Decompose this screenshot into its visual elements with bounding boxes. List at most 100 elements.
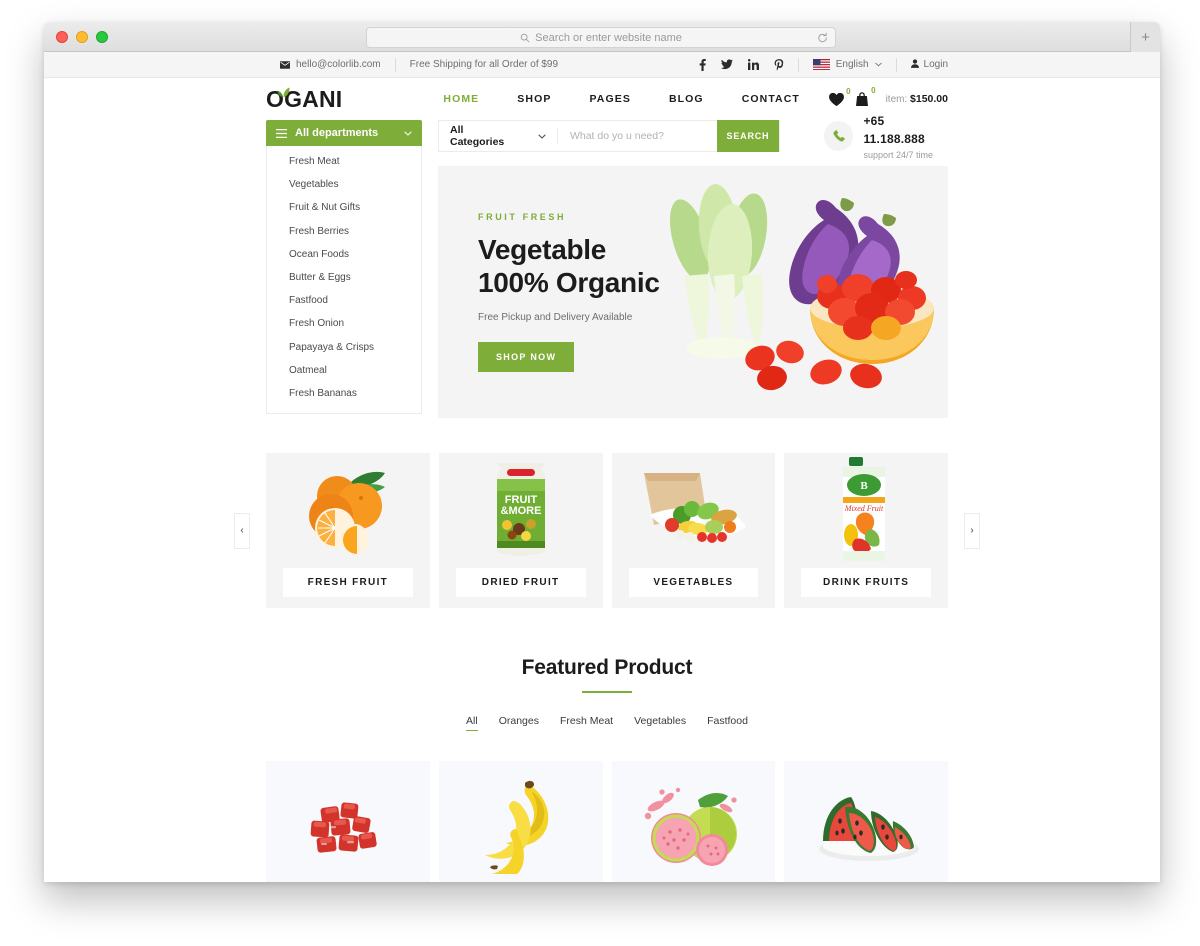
- cart-summary-label: item:: [885, 94, 908, 105]
- product-card-beef[interactable]: [266, 761, 430, 882]
- oranges-image: [266, 453, 430, 565]
- wishlist-count: 0: [846, 86, 851, 96]
- svg-text:Mixed Fruit: Mixed Fruit: [844, 504, 884, 513]
- hero-banner: FRUIT FRESH Vegetable 100% Organic Free …: [438, 166, 948, 418]
- product-card-guava[interactable]: [611, 761, 776, 882]
- nav-item-blog[interactable]: BLOG: [650, 93, 723, 105]
- search-row: All Categories SEARCH: [438, 114, 948, 160]
- contact-email-text: hello@colorlib.com: [296, 59, 381, 70]
- department-item-fresh-bananas[interactable]: Fresh Bananas: [267, 382, 421, 405]
- page-viewport: hello@colorlib.com Free Shipping for all…: [44, 52, 1160, 882]
- site-logo[interactable]: OGANI: [266, 86, 342, 111]
- twitter-icon[interactable]: [720, 59, 733, 70]
- category-carousel: ‹ FRESH FRUIT FRUIT &MORE DRIED FRUIT VE…: [234, 453, 980, 608]
- category-cards: FRESH FRUIT FRUIT &MORE DRIED FRUIT VEGE…: [266, 453, 948, 608]
- hero-right-column: All Categories SEARCH: [438, 114, 948, 418]
- watermelon-slices-image: [809, 789, 924, 864]
- hero-title-line1: Vegetable: [478, 233, 607, 265]
- product-card-watermelon[interactable]: [784, 761, 948, 882]
- category-card-drink-fruits[interactable]: B Mixed Fruit DRINK FRUITS: [784, 453, 948, 608]
- featured-section: Featured Product All Oranges Fresh Meat …: [266, 656, 948, 882]
- category-label: FRESH FRUIT: [283, 568, 413, 597]
- envelope-icon: [280, 60, 290, 69]
- address-bar-placeholder: Search or enter website name: [535, 31, 682, 44]
- category-select[interactable]: All Categories: [439, 124, 558, 148]
- cart-button[interactable]: 0: [855, 86, 876, 106]
- login-link[interactable]: Login: [897, 58, 948, 71]
- site-header: OGANI HOME SHOP PAGES BLOG CONTACT 0 0 i…: [44, 78, 1160, 120]
- support-phone-hours: support 24/7 time: [863, 150, 934, 160]
- department-item-fastfood[interactable]: Fastfood: [267, 289, 421, 312]
- nav-item-pages[interactable]: PAGES: [570, 93, 649, 105]
- departments-sidebar: All departments Fresh Meat Vegetables Fr…: [266, 120, 422, 418]
- filter-fresh-meat[interactable]: Fresh Meat: [560, 715, 613, 731]
- product-card-bananas[interactable]: [438, 761, 603, 882]
- reload-icon[interactable]: [817, 32, 828, 43]
- department-item-fresh-berries[interactable]: Fresh Berries: [267, 220, 421, 243]
- nav-item-shop[interactable]: SHOP: [498, 93, 570, 105]
- pinterest-icon[interactable]: [774, 58, 784, 71]
- product-grid: [266, 761, 948, 882]
- department-item-fresh-onion[interactable]: Fresh Onion: [267, 312, 421, 335]
- support-phone: +65 11.188.888 support 24/7 time: [823, 112, 948, 160]
- hero-title-line2: 100% Organic: [478, 266, 660, 298]
- site-topbar: hello@colorlib.com Free Shipping for all…: [44, 52, 1160, 78]
- featured-filters: All Oranges Fresh Meat Vegetables Fastfo…: [266, 715, 948, 731]
- filter-oranges[interactable]: Oranges: [499, 715, 539, 731]
- department-item-papayaya-crisps[interactable]: Papayaya & Crisps: [267, 336, 421, 359]
- search-input[interactable]: [557, 121, 717, 151]
- nav-item-home[interactable]: HOME: [424, 93, 498, 105]
- contact-email[interactable]: hello@colorlib.com: [266, 58, 395, 72]
- guava-image: [638, 784, 748, 869]
- fruit-and-more-pack-image: FRUIT &MORE: [439, 453, 603, 565]
- shipping-notice-text: Free Shipping for all Order of $99: [409, 59, 559, 70]
- department-item-butter-eggs[interactable]: Butter & Eggs: [267, 266, 421, 289]
- hero-title: Vegetable 100% Organic: [478, 234, 660, 300]
- minimize-window-button[interactable]: [76, 30, 88, 43]
- cart-summary: item: $150.00: [886, 93, 948, 105]
- close-window-button[interactable]: [56, 30, 68, 43]
- carousel-next-button[interactable]: ›: [964, 512, 980, 549]
- address-bar[interactable]: Search or enter website name: [366, 27, 836, 48]
- department-item-fruit-nut-gifts[interactable]: Fruit & Nut Gifts: [267, 196, 421, 219]
- hero-subtitle: Free Pickup and Delivery Available: [478, 312, 633, 324]
- language-selector[interactable]: English: [797, 57, 897, 72]
- department-item-oatmeal[interactable]: Oatmeal: [267, 359, 421, 382]
- linkedin-icon[interactable]: [747, 59, 759, 70]
- hero-kicker: FRUIT FRESH: [478, 211, 567, 222]
- beef-cubes-image: [295, 791, 400, 861]
- chevron-down-icon: [874, 59, 882, 70]
- filter-fastfood[interactable]: Fastfood: [707, 715, 748, 731]
- departments-list: Fresh Meat Vegetables Fruit & Nut Gifts …: [266, 146, 422, 415]
- filter-vegetables[interactable]: Vegetables: [634, 715, 686, 731]
- nav-item-contact[interactable]: CONTACT: [723, 93, 819, 105]
- department-item-fresh-meat[interactable]: Fresh Meat: [267, 150, 421, 173]
- user-icon: [910, 58, 919, 71]
- wishlist-button[interactable]: 0: [828, 87, 851, 106]
- hero-text: FRUIT FRESH Vegetable 100% Organic Free …: [438, 212, 660, 373]
- shop-now-button[interactable]: SHOP NOW: [478, 342, 575, 373]
- search-button[interactable]: SEARCH: [716, 120, 779, 152]
- header-actions: 0 0 item: $150.00: [828, 86, 948, 106]
- facebook-icon[interactable]: [699, 58, 706, 71]
- main-nav: HOME SHOP PAGES BLOG CONTACT: [424, 93, 819, 105]
- bananas-image: [477, 779, 565, 874]
- category-label: VEGETABLES: [628, 568, 759, 597]
- category-label: DRIED FRUIT: [455, 568, 586, 597]
- category-card-dried-fruit[interactable]: FRUIT &MORE DRIED FRUIT: [438, 453, 603, 608]
- login-label: Login: [923, 59, 948, 70]
- filter-all[interactable]: All: [466, 715, 478, 731]
- topbar-right-group: English Login: [699, 57, 948, 72]
- departments-toggle[interactable]: All departments: [266, 120, 422, 146]
- category-card-fresh-fruit[interactable]: FRESH FRUIT: [266, 453, 430, 608]
- maximize-window-button[interactable]: [96, 30, 108, 43]
- carousel-prev-button[interactable]: ‹: [234, 512, 250, 549]
- cart-summary-total: $150.00: [910, 93, 948, 105]
- window-traffic-lights: [56, 30, 108, 43]
- category-card-vegetables[interactable]: VEGETABLES: [611, 453, 776, 608]
- new-tab-button[interactable]: +: [1130, 22, 1160, 52]
- department-item-vegetables[interactable]: Vegetables: [267, 173, 421, 196]
- department-item-ocean-foods[interactable]: Ocean Foods: [267, 243, 421, 266]
- search-form: All Categories SEARCH: [438, 120, 780, 152]
- hamburger-icon: [276, 128, 287, 138]
